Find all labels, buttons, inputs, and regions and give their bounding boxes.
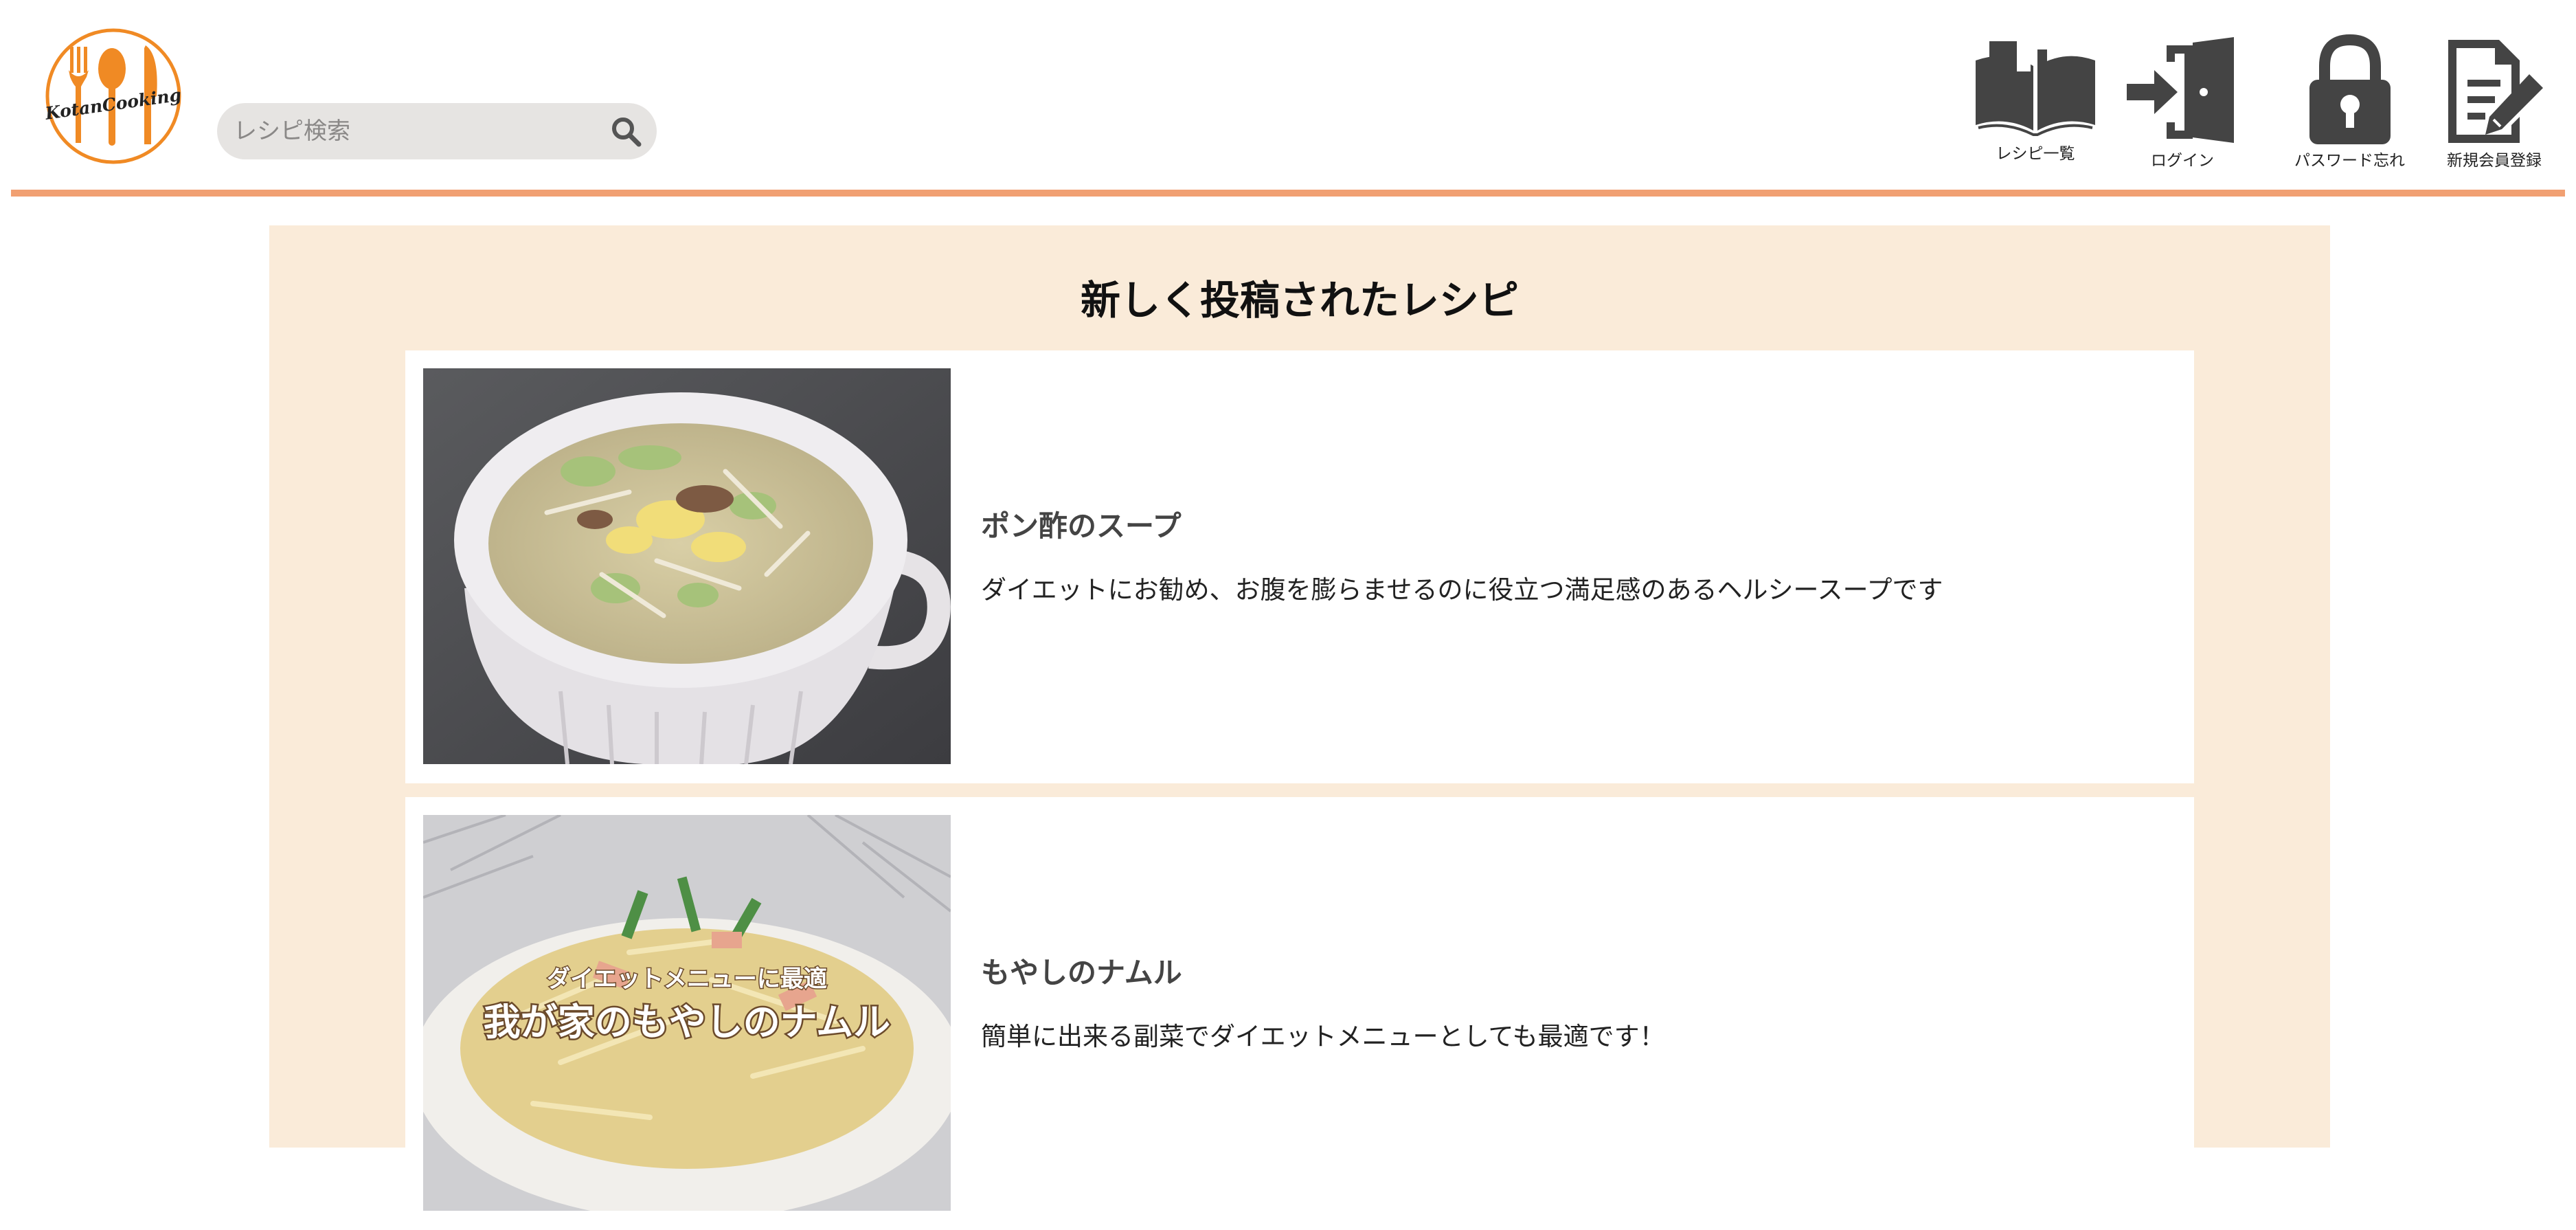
nav-login[interactable]: ログイン [2124, 34, 2241, 170]
nav-label: 新規会員登録 [2447, 152, 2542, 170]
recipe-title[interactable]: ポン酢のスープ [981, 503, 1181, 545]
recipe-card[interactable]: ダイエットメニューに最適 我が家のもやしのナムル もやしのナムル 簡単に出来る副… [405, 797, 2194, 1230]
recipe-image[interactable] [423, 368, 951, 764]
nav-label: ログイン [2151, 152, 2214, 170]
site-logo[interactable]: KotanCooking [41, 27, 185, 165]
image-caption-large: 我が家のもやしのナムル [484, 1000, 890, 1044]
recipe-description: 簡単に出来る副菜でダイエットメニューとしても最適です！ [981, 1022, 1665, 1051]
search-input[interactable] [232, 117, 592, 146]
soup-bowl-photo [423, 368, 951, 764]
recipe-title[interactable]: もやしのナムル [981, 950, 1182, 992]
nav-recipe-list[interactable]: レシピ一覧 [1971, 34, 2099, 164]
login-door-icon [2127, 37, 2234, 143]
open-book-icon [1976, 41, 2095, 136]
section-title: 新しく投稿されたレシピ [1080, 277, 1519, 324]
bean-sprout-namul-photo: ダイエットメニューに最適 我が家のもやしのナムル [423, 815, 951, 1211]
recipe-card[interactable]: ポン酢のスープ ダイエットにお勧め、お腹を膨らませるのに役立つ満足感のあるヘルシ… [405, 350, 2194, 783]
image-caption-small: ダイエットメニューに最適 [547, 965, 827, 993]
nav-forgot-password[interactable]: パスワード忘れ [2294, 34, 2405, 170]
nav-signup[interactable]: 新規会員登録 [2443, 34, 2546, 170]
header-divider [11, 190, 2565, 197]
site-header: KotanCooking レシピ一覧 [0, 0, 2576, 199]
padlock-icon [2309, 34, 2391, 144]
recipe-search-box[interactable] [217, 103, 657, 159]
nav-label: レシピ一覧 [1996, 145, 2075, 163]
search-icon[interactable] [610, 115, 642, 147]
signup-document-pen-icon [2448, 40, 2543, 143]
nav-label: パスワード忘れ [2294, 152, 2405, 170]
recipe-image[interactable]: ダイエットメニューに最適 我が家のもやしのナムル [423, 815, 951, 1211]
recipe-description: ダイエットにお勧め、お腹を膨らませるのに役立つ満足感のあるヘルシースープです [981, 575, 1943, 605]
fork-spoon-knife-logo-icon: KotanCooking [43, 28, 183, 164]
new-recipes-section: 新しく投稿されたレシピ ポン酢のスープ ダイエットにお勧め、お腹を膨らませるのに… [269, 225, 2330, 1230]
